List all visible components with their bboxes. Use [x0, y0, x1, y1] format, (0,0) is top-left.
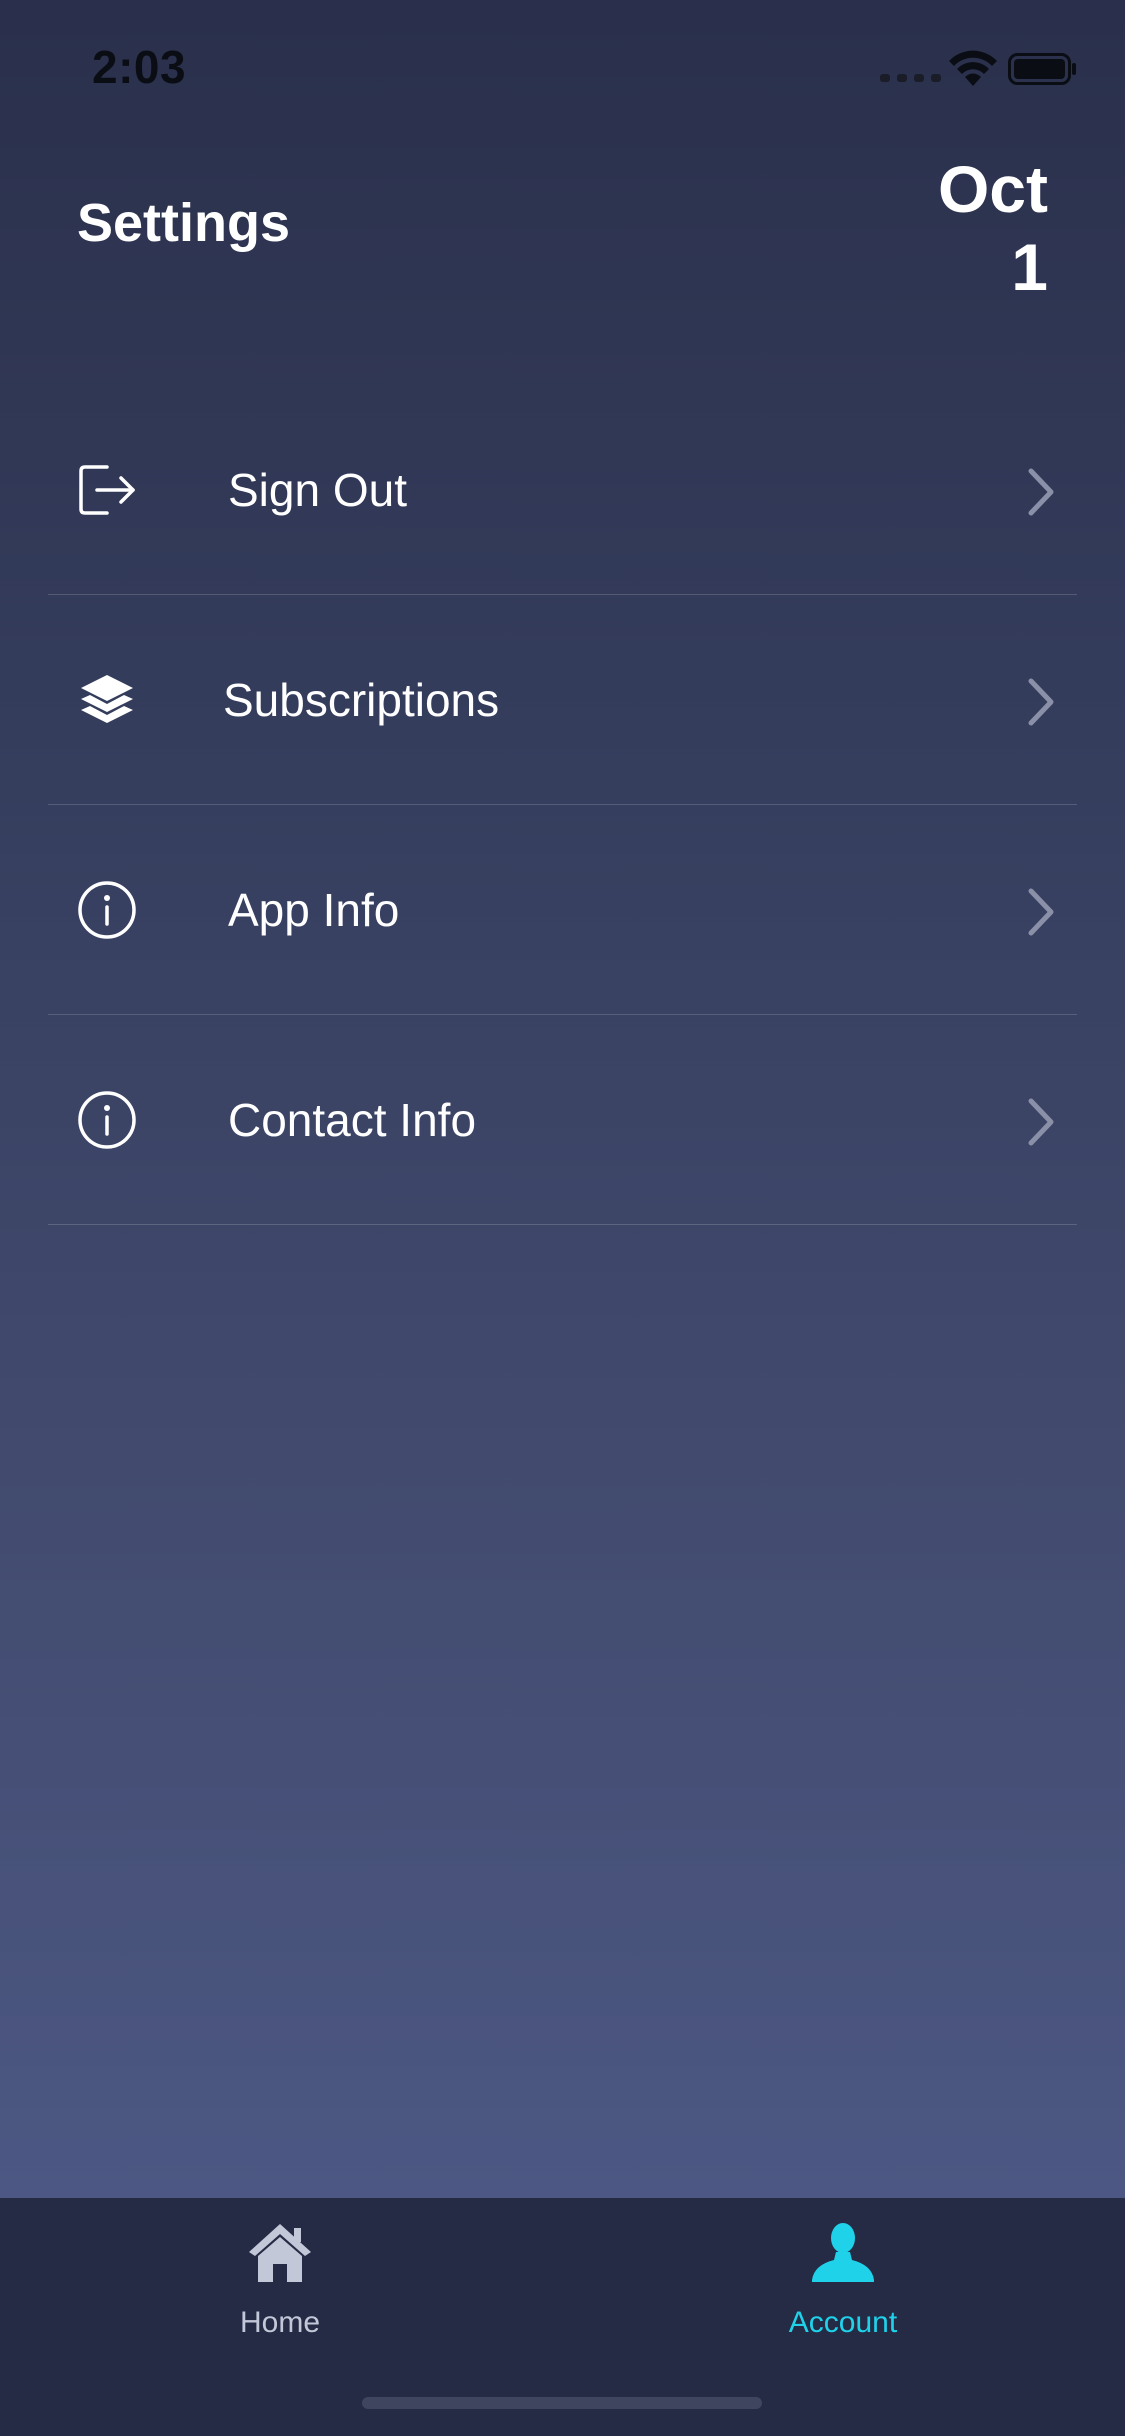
- tab-account-label: Account: [788, 2306, 898, 2339]
- chevron-right-icon: [1028, 678, 1054, 726]
- status-bar: 2:03: [0, 0, 1125, 140]
- page-title: Settings: [77, 193, 291, 253]
- menu-item-subscriptions[interactable]: Subscriptions: [48, 595, 1077, 805]
- tab-home-label: Home: [239, 2306, 321, 2339]
- menu-item-label: Subscriptions: [223, 674, 500, 726]
- layers-icon: [77, 670, 137, 730]
- menu-item-sign-out[interactable]: Sign Out: [48, 385, 1077, 595]
- cellular-signal-icon: [880, 74, 941, 82]
- user-icon: [812, 2223, 874, 2282]
- tab-home[interactable]: Home: [150, 2216, 410, 2366]
- chevron-right-icon: [1028, 888, 1054, 936]
- settings-menu: Sign Out Subscriptions App Info Contact …: [48, 385, 1077, 1225]
- tab-account[interactable]: Account: [713, 2216, 973, 2366]
- date-display: Oct 1: [938, 150, 1048, 306]
- home-icon: [249, 2224, 311, 2282]
- chevron-right-icon: [1028, 468, 1054, 516]
- battery-icon: [1008, 53, 1076, 85]
- date-day: 1: [1011, 230, 1048, 304]
- wifi-icon: [949, 50, 997, 86]
- menu-item-contact-info[interactable]: Contact Info: [48, 1015, 1077, 1225]
- menu-item-label: Sign Out: [228, 464, 407, 516]
- menu-item-label: App Info: [228, 884, 400, 936]
- menu-item-app-info[interactable]: App Info: [48, 805, 1077, 1015]
- sign-out-icon: [77, 460, 137, 520]
- date-month: Oct: [937, 152, 1048, 226]
- settings-screen: 2:03 Settings Oct 1 Sign Out Subscriptio…: [0, 0, 1125, 2436]
- home-indicator[interactable]: [362, 2397, 762, 2409]
- chevron-right-icon: [1028, 1098, 1054, 1146]
- info-icon: [77, 1090, 137, 1150]
- status-time: 2:03: [92, 41, 187, 93]
- info-icon: [77, 880, 137, 940]
- menu-item-label: Contact Info: [228, 1094, 477, 1146]
